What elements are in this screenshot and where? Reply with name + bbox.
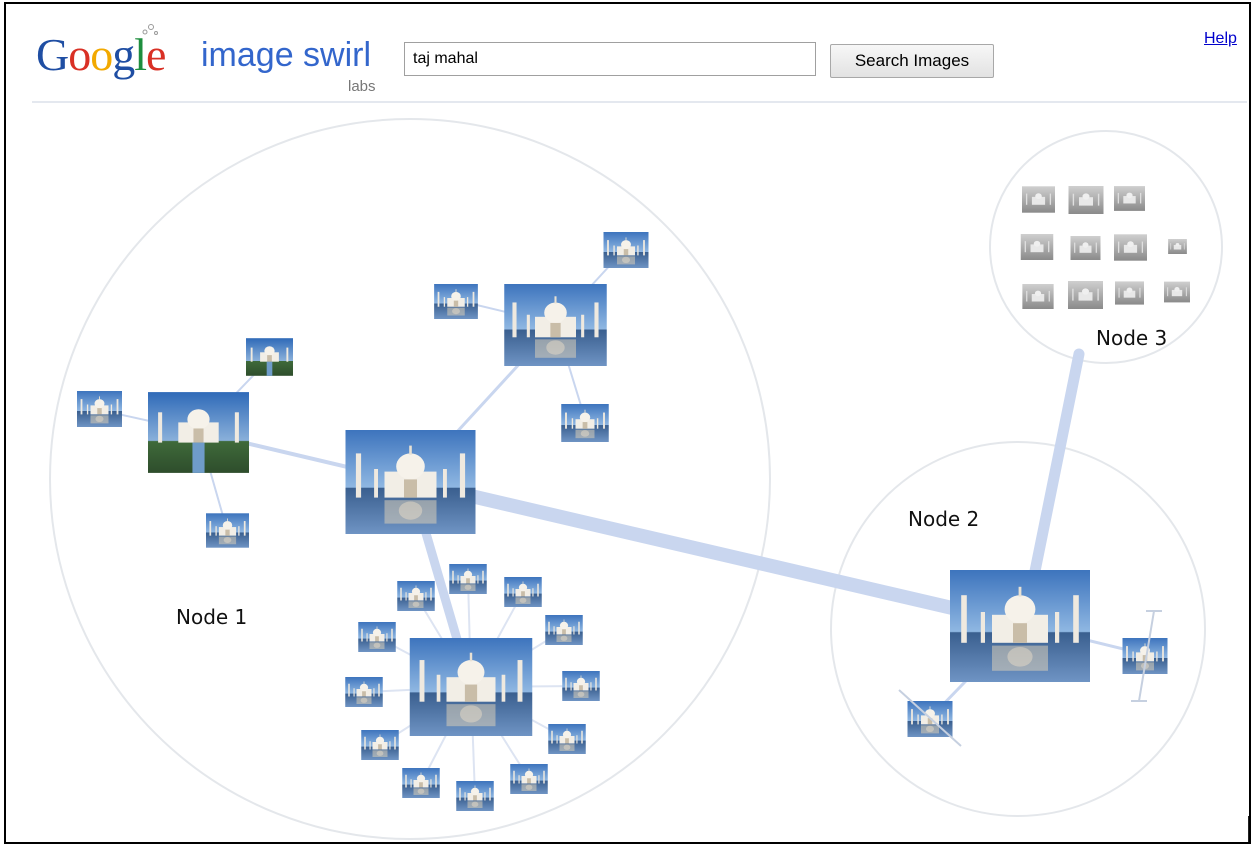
node3-thumbnails [1020,186,1190,309]
thumbnail [402,768,440,798]
edge-node2-node3 [1026,348,1085,592]
thumbnail [1068,186,1104,214]
thumbnail [409,638,533,736]
thumbnail [456,781,494,811]
edge-node1-node2 [404,475,1028,631]
node1-images [77,232,649,736]
thumbnail [434,284,478,319]
main-image-node2 [950,570,1090,682]
thumbnail [361,730,399,760]
thumbnail [345,677,383,707]
thumbnail [77,391,122,427]
thumbnail [1164,281,1190,303]
thumbnail [562,671,600,701]
thumbnail [397,581,435,611]
text-cursor [1248,816,1249,842]
thumbnail [504,577,542,607]
node2-label: Node 2 [908,507,979,531]
main-image-node1 [345,430,476,534]
thumbnail [510,764,548,794]
thumbnail [246,338,293,376]
thumbnail [1115,281,1144,305]
thumbnail [561,404,609,442]
thumbnail [1114,234,1147,261]
thumbnail [548,724,586,754]
thumbnail [1168,239,1187,254]
thumbnail [148,392,249,473]
thumbnail [358,622,396,652]
thumbnail [504,284,607,366]
node2-images [898,570,1168,747]
thumbnail [1068,281,1103,309]
thumbnail [1020,234,1054,260]
node3-label: Node 3 [1096,326,1167,350]
thumbnail [1070,236,1101,260]
thumbnail [1022,186,1055,213]
app-frame: Google image swirl labs Search Images He… [4,2,1251,844]
image-swirl-graph: Node 1 Node 2 Node 3 [49,118,1223,840]
node1-label: Node 1 [176,605,247,629]
thumbnail [1114,186,1145,211]
thumbnail [545,615,583,645]
thumbnail [449,564,487,594]
thumbnail [206,513,249,548]
thumbnail [1022,284,1054,309]
thumbnail [603,232,649,268]
